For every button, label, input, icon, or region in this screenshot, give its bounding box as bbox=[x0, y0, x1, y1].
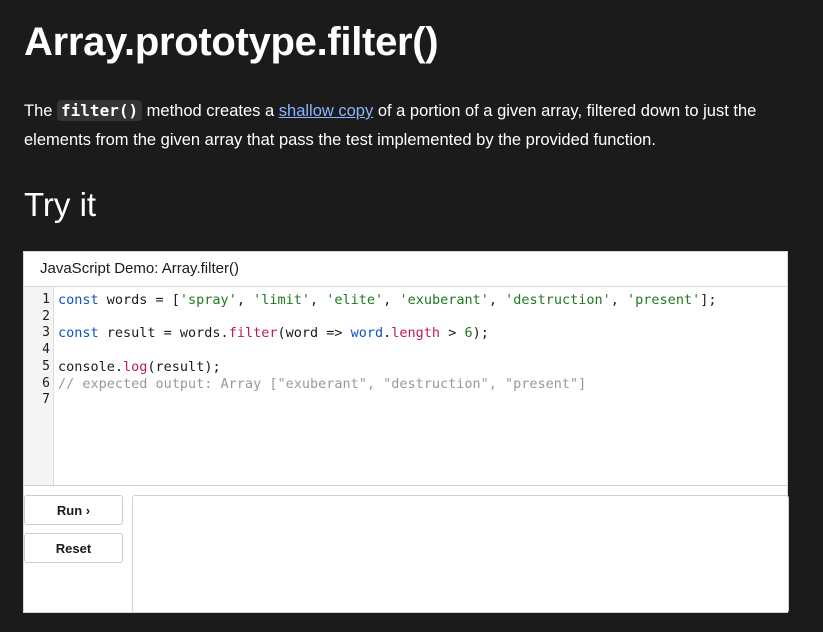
code-text: result = words. bbox=[98, 325, 229, 342]
code-text: > bbox=[440, 325, 465, 342]
keyword-const: const bbox=[58, 325, 99, 342]
line-number: 7 bbox=[42, 392, 50, 408]
param-identifier: word bbox=[350, 325, 384, 342]
reset-button[interactable]: Reset bbox=[24, 533, 123, 563]
inline-code-filter: filter() bbox=[57, 100, 143, 121]
run-button[interactable]: Run › bbox=[24, 495, 123, 525]
code-line-6[interactable]: // expected output: Array ["exuberant", … bbox=[58, 376, 586, 393]
code-text: , bbox=[310, 292, 327, 308]
code-text: words = [ bbox=[98, 292, 180, 308]
code-text: , bbox=[610, 292, 628, 308]
string-literal: 'present' bbox=[627, 292, 701, 308]
code-line-1[interactable]: const words = ['spray', 'limit', 'elite'… bbox=[58, 292, 716, 309]
description-text-1: The bbox=[24, 102, 58, 120]
code-line-3[interactable]: const result = words.filter(word => word… bbox=[58, 325, 489, 342]
code-text: , bbox=[383, 292, 400, 308]
page-description: The filter() method creates a shallow co… bbox=[24, 96, 804, 155]
line-number: 3 bbox=[42, 325, 50, 341]
number-literal: 6 bbox=[464, 325, 473, 342]
code-comment: // expected output: Array ["exuberant", … bbox=[58, 375, 587, 392]
page-title: Array.prototype.filter() bbox=[24, 20, 439, 64]
string-literal: 'elite' bbox=[326, 292, 384, 308]
keyword-const: const bbox=[58, 292, 99, 308]
line-number: 2 bbox=[42, 308, 50, 324]
code-line-5[interactable]: console.log(result); bbox=[58, 359, 221, 376]
string-literal: 'destruction' bbox=[505, 292, 611, 308]
method-name: log bbox=[123, 358, 148, 375]
string-literal: 'exuberant' bbox=[399, 292, 489, 308]
demo-title: JavaScript Demo: Array.filter() bbox=[24, 252, 787, 287]
code-text: (word => bbox=[277, 325, 351, 342]
console-output bbox=[132, 495, 789, 613]
code-text: , bbox=[236, 292, 254, 308]
line-number: 1 bbox=[42, 292, 50, 307]
try-it-heading: Try it bbox=[24, 186, 97, 223]
line-number: 5 bbox=[42, 358, 50, 374]
description-text-2: method creates a bbox=[142, 102, 279, 120]
line-number: 4 bbox=[42, 342, 50, 358]
code-text: ); bbox=[472, 325, 489, 342]
code-text: , bbox=[488, 292, 506, 308]
property-name: length bbox=[391, 325, 441, 342]
code-text: (result); bbox=[147, 358, 221, 375]
code-text: console. bbox=[58, 358, 124, 375]
code-editor[interactable]: 1 2 3 4 5 6 7 const words = ['spray', 'l… bbox=[24, 287, 787, 486]
string-literal: 'limit' bbox=[253, 292, 310, 308]
code-text: ]; bbox=[700, 292, 717, 308]
interactive-demo: JavaScript Demo: Array.filter() 1 2 3 4 … bbox=[23, 251, 789, 613]
method-name: filter bbox=[228, 325, 278, 342]
string-literal: 'spray' bbox=[179, 292, 237, 308]
shallow-copy-link[interactable]: shallow copy bbox=[279, 102, 373, 120]
line-number-gutter: 1 2 3 4 5 6 7 bbox=[24, 287, 54, 485]
line-number: 6 bbox=[42, 375, 50, 391]
